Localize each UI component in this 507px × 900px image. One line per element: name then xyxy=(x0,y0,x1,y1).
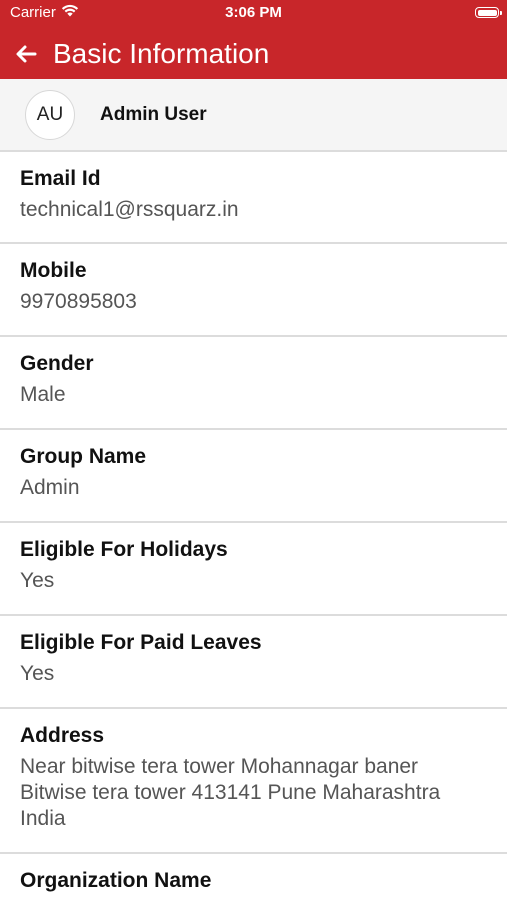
nav-bar: Basic Information xyxy=(0,28,507,79)
field-eligible-paid-leaves: Eligible For Paid Leaves Yes xyxy=(0,616,507,709)
field-value: Admin xyxy=(20,476,80,499)
field-value: Near bitwise tera tower Mohannagar baner… xyxy=(20,755,441,830)
field-label: Gender xyxy=(20,352,94,375)
field-mobile: Mobile 9970895803 xyxy=(0,244,507,337)
field-email: Email Id technical1@rssquarz.in xyxy=(0,152,507,244)
arrow-left-icon xyxy=(16,45,37,62)
field-label: Address xyxy=(20,724,105,747)
field-organization-name: Organization Name xyxy=(0,854,507,900)
field-gender: Gender Male xyxy=(0,337,507,430)
user-name: Admin User xyxy=(100,103,207,125)
field-value: Male xyxy=(20,383,66,406)
status-time: 3:06 PM xyxy=(225,4,282,21)
field-label: Eligible For Paid Leaves xyxy=(20,631,262,654)
status-bar: Carrier 3:06 PM xyxy=(0,0,507,28)
field-label: Email Id xyxy=(20,167,101,190)
field-value: 9970895803 xyxy=(20,290,137,313)
field-label: Eligible For Holidays xyxy=(20,538,228,561)
avatar: AU xyxy=(25,89,75,140)
field-value: technical1@rssquarz.in xyxy=(20,198,239,221)
field-group-name: Group Name Admin xyxy=(0,430,507,523)
field-address: Address Near bitwise tera tower Mohannag… xyxy=(0,709,507,854)
app-header: Carrier 3:06 PM Basic Information xyxy=(0,0,507,79)
back-button[interactable] xyxy=(13,41,39,67)
field-value: Yes xyxy=(20,662,55,685)
field-value: Yes xyxy=(20,569,55,592)
page-title: Basic Information xyxy=(53,37,270,69)
field-label: Mobile xyxy=(20,259,87,282)
field-eligible-holidays: Eligible For Holidays Yes xyxy=(0,523,507,616)
user-summary: AU Admin User xyxy=(0,79,507,152)
field-label: Group Name xyxy=(20,445,147,468)
field-label: Organization Name xyxy=(20,869,212,892)
battery-icon xyxy=(475,7,502,18)
